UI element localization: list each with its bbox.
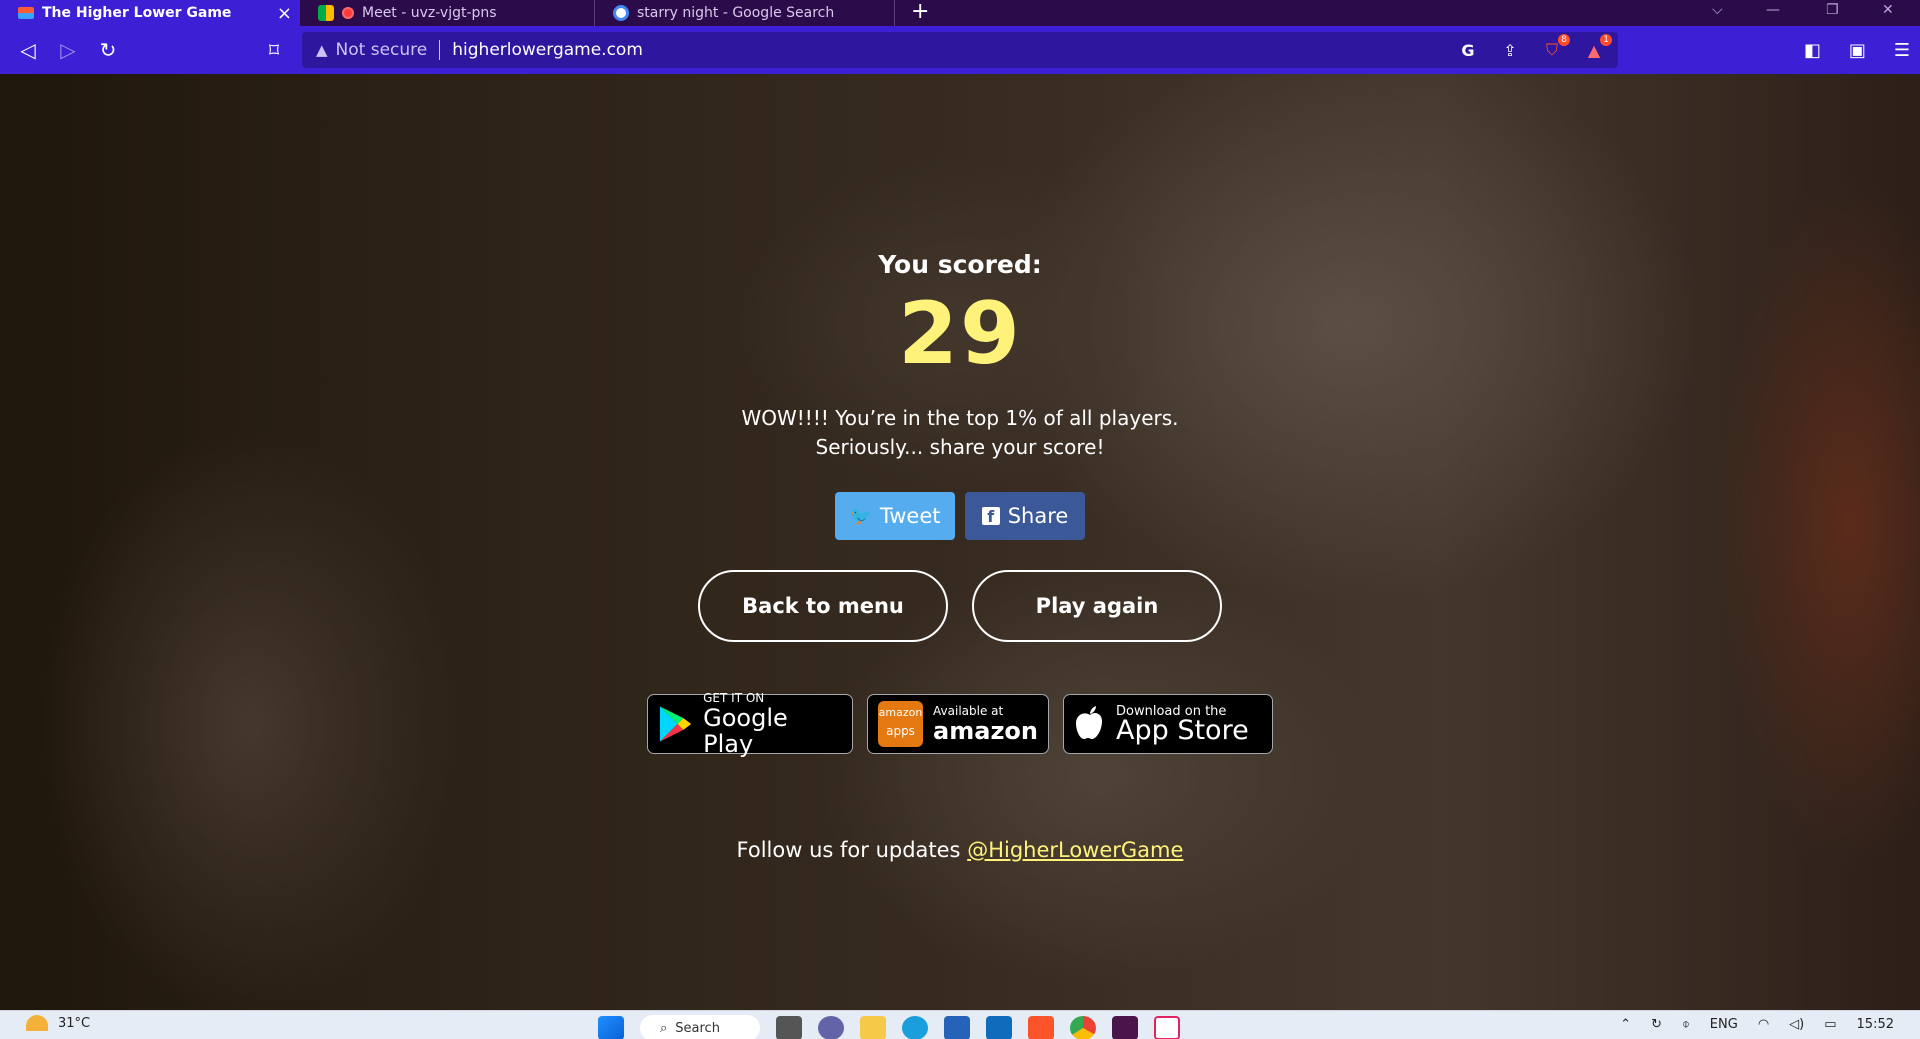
google-play-big-text: Google Play [703,703,788,758]
security-label[interactable]: Not secure [336,40,428,60]
minimize-icon[interactable]: — [1766,0,1780,26]
snipping-tool-icon[interactable] [1154,1016,1180,1039]
microphone-icon[interactable]: ⌽ [1682,1017,1690,1032]
bookmark-icon[interactable]: ⌑ [254,26,294,74]
facebook-share-button[interactable]: f Share [965,492,1085,540]
twitter-handle-link[interactable]: @HigherLowerGame [967,838,1183,862]
google-icon[interactable]: G [1456,38,1480,62]
menu-icon[interactable]: ☰ [1894,40,1910,61]
wallet-icon[interactable]: ▣ [1849,40,1866,61]
google-favicon-icon [613,5,629,21]
windows-start-icon[interactable] [598,1016,624,1039]
score-screen: You scored: 29 WOW!!!! You’re in the top… [0,74,1920,1010]
address-bar[interactable]: ▲ Not secure higherlowergame.com G ⇪ ⛉ 8 … [302,32,1618,68]
follow-line: Follow us for updates @HigherLowerGame [0,838,1920,862]
address-bar-icons: G ⇪ ⛉ 8 ▲ 1 [1456,34,1612,62]
amazon-big-text: amazon [933,716,1038,745]
app-store-badge[interactable]: Download on the App Store [1063,694,1273,754]
result-message-line1: WOW!!!! You’re in the top 1% of all play… [741,406,1179,430]
tab-search-chevron-icon[interactable]: ⌵ [1712,0,1723,26]
amazon-badge[interactable]: amazon apps Available at amazon [867,694,1049,754]
search-icon: ⌕ [660,1020,668,1036]
task-view-icon[interactable] [776,1016,802,1039]
temperature: 31°C [58,1015,91,1031]
amazon-apps-icon: amazon apps [878,701,924,747]
taskbar-apps: ⌕ Search [598,1015,1180,1039]
tab-label: The Higher Lower Game [42,5,232,21]
higherlower-favicon-icon [18,7,34,19]
scored-label: You scored: [878,250,1042,279]
new-tab-button[interactable]: + [895,0,945,26]
back-icon[interactable]: ◁ [8,26,48,74]
tab-google-search[interactable]: starry night - Google Search [595,0,895,26]
edge-icon[interactable] [902,1016,928,1039]
google-play-badge[interactable]: GET IT ON Google Play [647,690,853,758]
tweet-button[interactable]: 🐦 Tweet [835,492,955,540]
taskbar-search[interactable]: ⌕ Search [640,1015,760,1039]
battery-icon[interactable]: ▭ [1824,1017,1836,1032]
sync-icon[interactable]: ↻ [1651,1017,1662,1032]
search-label: Search [675,1020,720,1036]
meet-favicon-icon [318,5,334,21]
slack-icon[interactable] [1112,1016,1138,1039]
share-icon[interactable]: ⇪ [1498,38,1522,62]
close-tab-icon[interactable]: × [277,3,292,24]
close-window-icon[interactable]: ✕ [1882,0,1894,26]
warning-icon[interactable]: ▲ [316,41,328,59]
brave-shields-icon[interactable]: ⛉ 8 [1540,34,1570,62]
windows-taskbar: 31°C ⌕ Search ⌃ ↻ ⌽ ENG ◠ ◁) ▭ 15:52 [0,1010,1920,1039]
weather-widget[interactable]: 31°C [26,1015,90,1031]
game-background: You scored: 29 WOW!!!! You’re in the top… [0,74,1920,1010]
tab-higher-lower-game[interactable]: The Higher Lower Game × [0,0,300,26]
brave-icon[interactable] [1028,1016,1054,1039]
weather-sun-icon [26,1015,48,1031]
chrome-icon[interactable] [1070,1016,1096,1039]
forward-icon[interactable]: ▷ [48,26,88,74]
apple-icon [1076,706,1102,739]
browser-toolbar: ◁ ▷ ↻ ⌑ ▲ Not secure higherlowergame.com… [0,26,1920,74]
sidebar-toggle-icon[interactable]: ◧ [1804,40,1821,61]
restore-icon[interactable]: ❐ [1826,0,1839,26]
file-explorer-icon[interactable] [860,1016,886,1039]
tab-meet[interactable]: Meet - uvz-vjgt-pns [300,0,595,26]
divider [439,40,441,60]
amazon-logo-top: amazon [878,706,923,719]
score-value: 29 [898,284,1022,384]
tab-strip: The Higher Lower Game × Meet - uvz-vjgt-… [0,0,1920,26]
url-text[interactable]: higherlowergame.com [452,40,643,60]
result-message-line2: Seriously... share your score! [815,435,1105,459]
alerts-badge: 1 [1600,34,1612,46]
twitter-bird-icon: 🐦 [849,505,872,527]
brave-rewards-icon[interactable]: ▲ 1 [1582,34,1612,62]
recording-icon [342,7,354,19]
google-play-icon [659,706,692,742]
wifi-icon[interactable]: ◠ [1758,1017,1769,1032]
teams-icon[interactable] [818,1016,844,1039]
back-to-menu-button[interactable]: Back to menu [698,570,948,642]
facebook-icon: f [981,507,1000,526]
google-play-small-text: GET IT ON [703,690,765,705]
reload-icon[interactable]: ↻ [88,26,128,74]
volume-icon[interactable]: ◁) [1789,1017,1804,1032]
share-buttons: 🐦 Tweet f Share [0,492,1920,540]
app-store-big-text: App Store [1116,714,1249,746]
store-icon[interactable] [944,1016,970,1039]
tab-label: starry night - Google Search [637,5,835,21]
play-again-button[interactable]: Play again [972,570,1222,642]
game-navigation: Back to menu Play again [0,570,1920,642]
shields-badge: 8 [1558,34,1570,46]
right-toolbar: ◧ ▣ ☰ [1804,26,1910,74]
tweet-label: Tweet [879,504,941,528]
share-label: Share [1007,504,1069,528]
amazon-logo-bottom: apps [886,724,915,738]
store-badges: GET IT ON Google Play amazon apps Availa… [0,690,1920,758]
amazon-small-text: Available at [933,703,1004,718]
mail-icon[interactable] [986,1016,1012,1039]
tab-label: Meet - uvz-vjgt-pns [362,5,497,21]
follow-text: Follow us for updates [736,838,968,862]
clock[interactable]: 15:52 [1857,1017,1894,1032]
system-tray: ⌃ ↻ ⌽ ENG ◠ ◁) ▭ 15:52 [1620,1017,1894,1032]
language-indicator[interactable]: ENG [1710,1017,1738,1032]
tray-chevron-icon[interactable]: ⌃ [1620,1017,1631,1032]
